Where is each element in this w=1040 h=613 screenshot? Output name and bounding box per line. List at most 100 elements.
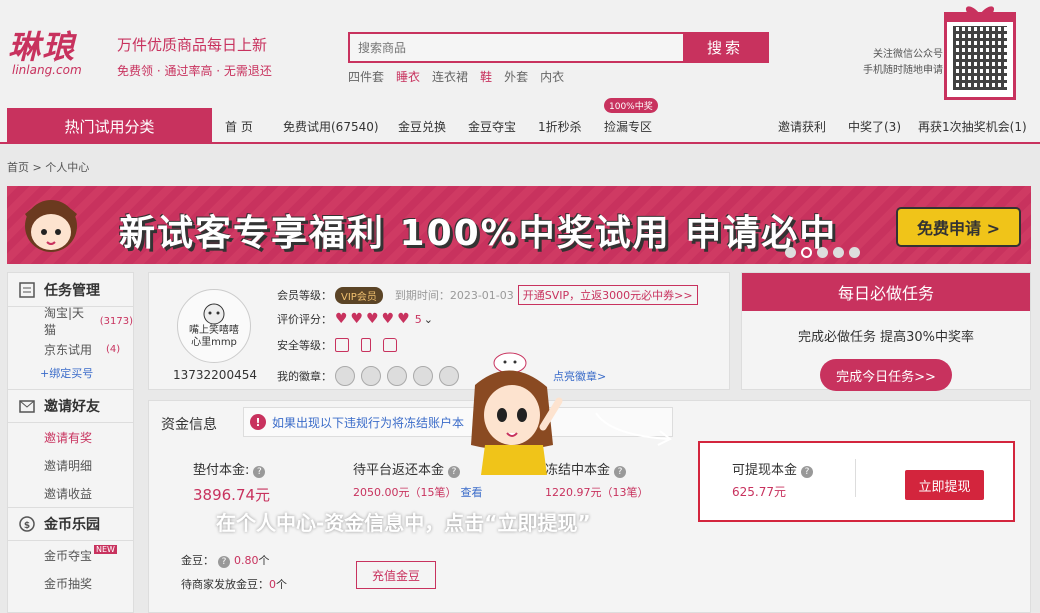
coins-info: 金豆：? 0.80个 待商家发放金豆：0个 [181, 549, 287, 597]
bind-account-link[interactable]: +绑定买号 [8, 363, 133, 383]
hot-keyword[interactable]: 外套 [504, 68, 528, 85]
nav-item-home[interactable]: 首 页 [225, 118, 253, 135]
sidebar-item-coin-treasure[interactable]: 金币夺宝 NEW [8, 541, 133, 569]
sidebar-section-title: 任务管理 [44, 282, 100, 299]
expire-date: 到期时间：2023-01-03 [394, 289, 514, 302]
fund-label: 垫付本金: [193, 463, 250, 478]
sidebar-section-tasks: 任务管理 [8, 273, 133, 307]
fund-value: 1220.97元（13笔） [545, 486, 649, 499]
nav-item-bean-exchange[interactable]: 金豆兑换 [398, 118, 446, 135]
sidebar-item-taobao[interactable]: 淘宝|天猫 (3173) [8, 306, 133, 337]
hot-keyword[interactable]: 睡衣 [396, 68, 420, 85]
nav-category-button[interactable]: 热门试用分类 [7, 108, 212, 144]
nav-item-bargain[interactable]: 捡漏专区 [604, 118, 652, 135]
complete-task-button[interactable]: 完成今日任务>> [820, 359, 952, 391]
sidebar-item-jd[interactable]: 京东试用 (4) [8, 335, 133, 363]
banner-dot[interactable] [817, 247, 828, 258]
withdraw-now-button[interactable]: 立即提现 [905, 470, 984, 500]
banner-headline: 新试客专享福利 100%中奖试用 申请必中 [119, 213, 838, 254]
advance-principal: 垫付本金:? 3896.74元 [193, 459, 270, 505]
divider [855, 459, 856, 497]
hot-keyword[interactable]: 内衣 [540, 68, 564, 85]
banner-dot-active[interactable] [801, 247, 812, 258]
logo[interactable]: 琳琅 linlang.com [8, 30, 82, 76]
banner-dot[interactable] [785, 247, 796, 258]
header: 琳琅 linlang.com 万件优质商品每日上新 免费领 · 通过率高 · 无… [0, 0, 1040, 108]
medal-icon [361, 366, 381, 386]
search-button[interactable]: 搜索 [683, 34, 767, 61]
heart-rating-icon: ♥♥♥♥♥ [335, 311, 413, 327]
nav-item-free-trial[interactable]: 免费试用(67540) [283, 118, 379, 135]
hot-keyword[interactable]: 四件套 [348, 68, 384, 85]
sidebar-item-invite-income[interactable]: 邀请收益 [8, 479, 133, 507]
avatar[interactable]: 嘴上笑嘻嘻 心里mmp [177, 289, 251, 363]
help-icon[interactable]: ? [218, 556, 230, 568]
chevron-down-icon[interactable]: ⌄ [424, 313, 433, 326]
avatar-text-1: 嘴上笑嘻嘻 [189, 325, 239, 336]
member-level-label: 会员等级： [277, 289, 332, 302]
banner-apply-button[interactable]: 免费申请 > [896, 207, 1021, 247]
medals-label: 我的徽章： [277, 370, 332, 383]
id-card-icon [335, 338, 349, 352]
svip-link[interactable]: 开通SVIP，立返3000元必中券>> [517, 285, 698, 305]
nav-item-invite[interactable]: 邀请获利 [778, 118, 826, 135]
sidebar: 任务管理 淘宝|天猫 (3173) 京东试用 (4) +绑定买号 邀请好友 邀请… [7, 272, 134, 613]
invite-icon [19, 400, 35, 413]
sidebar-section-title: 金币乐园 [44, 517, 100, 533]
hot-keywords: 四件套 睡衣 连衣裙 鞋 外套 内衣 [348, 68, 564, 85]
sidebar-item-coin-draw[interactable]: 金币抽奖 [8, 569, 133, 597]
help-icon[interactable]: ? [801, 466, 814, 478]
avatar-face-icon [203, 303, 225, 325]
qr-caption: 关注微信公众号 手机随时随地申请 [853, 47, 943, 79]
withdrawable-value: 625.77元 [732, 485, 786, 499]
withdrawable-label-text: 可提现本金 [732, 463, 798, 478]
qr-code-box [944, 12, 1016, 100]
logo-text: 琳琅 [8, 28, 77, 66]
member-level-row: 会员等级： VIP会员 到期时间：2023-01-03 开通SVIP，立返300… [277, 285, 698, 305]
rating-value: 5 [414, 312, 422, 326]
view-link[interactable]: 查看 [461, 486, 483, 499]
medal-icon [413, 366, 433, 386]
pending-coins-label: 待商家发放金豆： [181, 578, 269, 591]
sidebar-item-invite-reward[interactable]: 邀请有奖 [8, 423, 133, 451]
help-icon[interactable]: ? [253, 466, 266, 478]
nav-item-bean-treasure[interactable]: 金豆夺宝 [468, 118, 516, 135]
security-label: 安全等级： [277, 339, 332, 352]
phone-icon [361, 338, 371, 352]
hot-keyword[interactable]: 连衣裙 [432, 68, 468, 85]
avatar-text-2: 心里mmp [191, 337, 237, 348]
security-row: 安全等级： [277, 337, 409, 353]
breadcrumb: 首页 > 个人中心 [7, 161, 90, 174]
daily-task-title: 每日必做任务 [742, 273, 1030, 311]
search-input[interactable] [350, 34, 683, 61]
coin-icon: $ [19, 516, 35, 532]
tutorial-caption: 在个人中心-资金信息中，点击“立即提现” [216, 511, 591, 535]
help-icon[interactable]: ? [614, 466, 627, 478]
qr-caption-line1: 关注微信公众号 [873, 49, 943, 60]
nav-item-extra-draw[interactable]: 再获1次抽奖机会(1) [918, 118, 1027, 135]
rating-row: 评价评分： ♥♥♥♥♥ 5 ⌄ [277, 311, 433, 327]
new-tag: NEW [94, 544, 117, 554]
sidebar-item-label: 金币夺宝 [44, 548, 93, 563]
nav-item-won[interactable]: 中奖了(3) [848, 118, 901, 135]
main-nav: 热门试用分类 首 页 免费试用(67540) 金豆兑换 金豆夺宝 1折秒杀 捡漏… [0, 98, 1040, 144]
list-icon [19, 281, 35, 298]
sidebar-item-invite-detail[interactable]: 邀请明细 [8, 451, 133, 479]
coins-unit: 个 [258, 554, 270, 567]
search-bar: 搜索 [348, 32, 769, 63]
slogan-sub: 免费领 · 通过率高 · 无需退还 [117, 64, 272, 78]
medal-icon [335, 366, 355, 386]
sidebar-section-invite: 邀请好友 [8, 389, 133, 423]
fund-label: 待平台返还本金 [353, 463, 445, 478]
nav-item-flash-sale[interactable]: 1折秒杀 [538, 118, 582, 135]
hot-keyword[interactable]: 鞋 [480, 68, 492, 85]
banner-dot[interactable] [833, 247, 844, 258]
promo-banner[interactable]: 新试客专享福利 100%中奖试用 申请必中 免费申请 > [7, 186, 1031, 264]
banner-dot[interactable] [849, 247, 860, 258]
sidebar-item-count: (3173) [99, 315, 133, 327]
fund-value: 2050.00元（15笔） [353, 486, 457, 499]
profile-card: 嘴上笑嘻嘻 心里mmp 13732200454 会员等级： VIP会员 到期时间… [148, 272, 730, 390]
logo-domain: linlang.com [12, 63, 82, 77]
alert-icon: ! [250, 414, 266, 430]
recharge-beans-button[interactable]: 充值金豆 [356, 561, 436, 589]
